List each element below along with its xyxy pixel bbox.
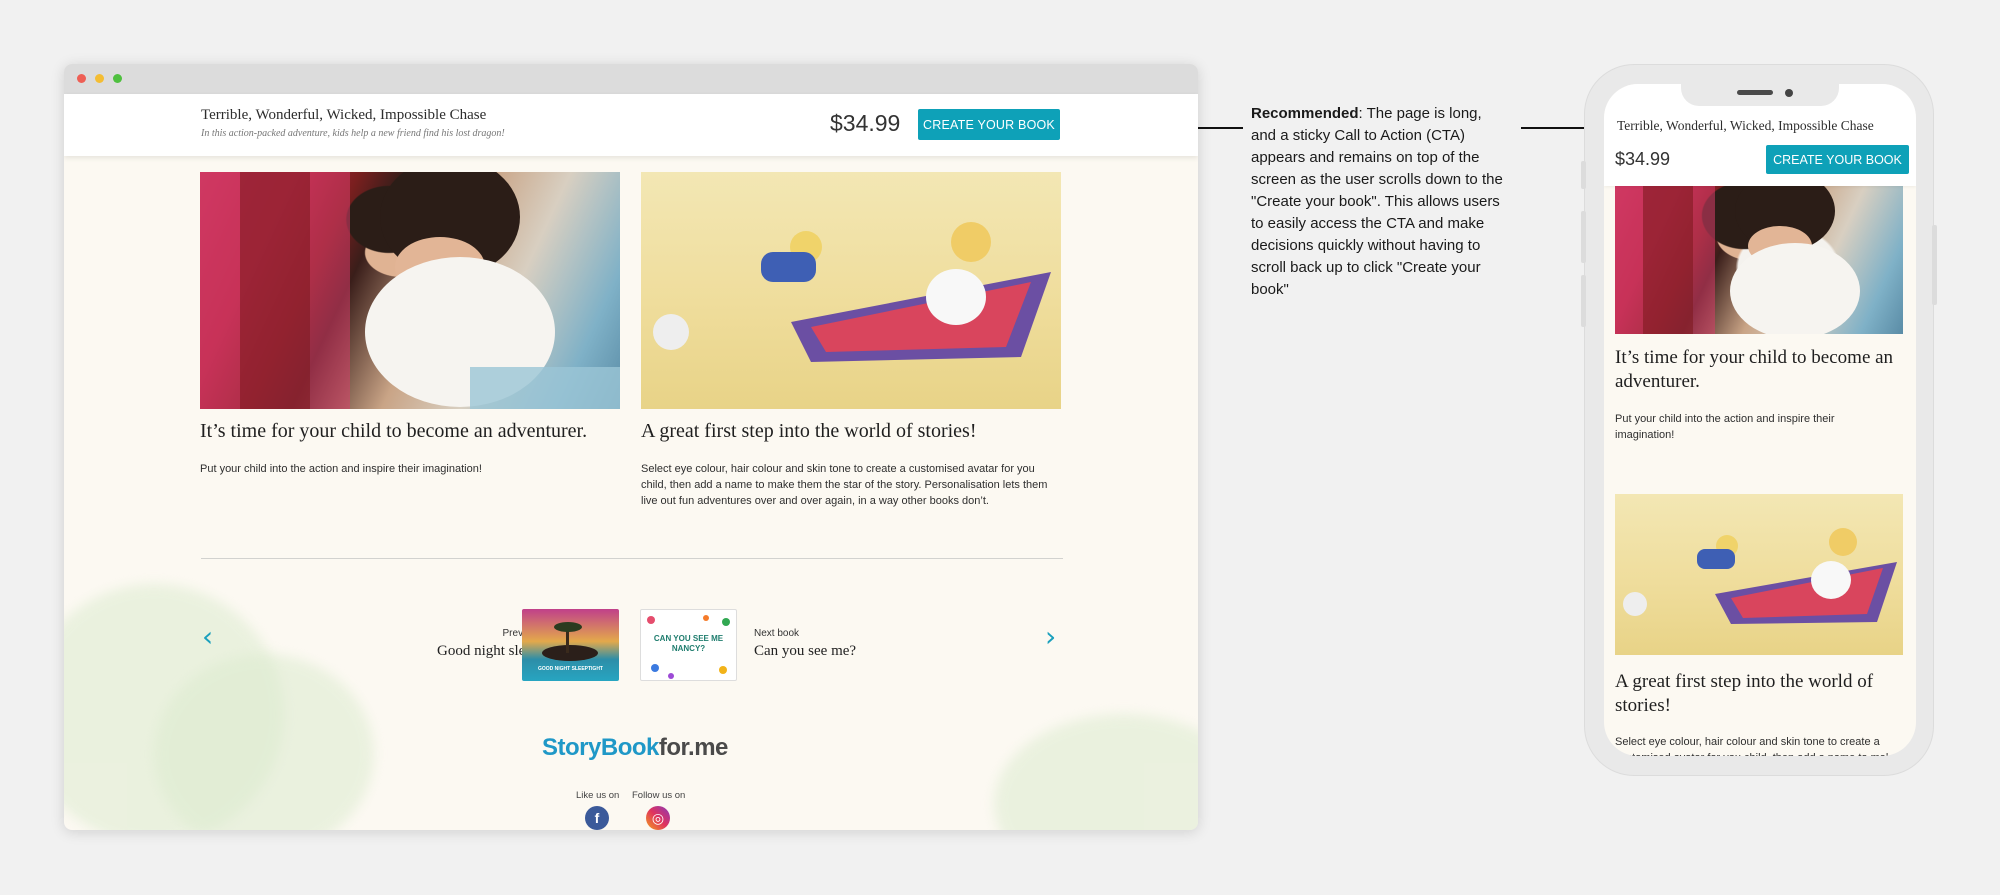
mobile-phone-mock: Terrible, Wonderful, Wicked, Impossible … [1581,64,1937,776]
phone-side-button [1581,275,1586,327]
next-book-title[interactable]: Can you see me? [754,643,856,660]
logo-text-forme: for.me [658,734,729,761]
mobile-feature-body: Select eye colour, hair colour and skin … [1615,736,1898,756]
annotation-note: Recommended: The page is long, and a sti… [1251,103,1507,301]
phone-side-button [1581,161,1586,189]
feature-body: Select eye colour, hair colour and skin … [641,463,1048,507]
mobile-feature-body: Put your child into the action and inspi… [1615,413,1835,441]
like-us-label: Like us on [576,790,620,801]
previous-book-cover-title: GOOD NIGHT SLEEPTIGHT [537,666,603,672]
book-subtitle: In this action-packed adventure, kids he… [201,128,505,139]
flying-carpet-illustration [641,172,1061,409]
mobile-book-title: Terrible, Wonderful, Wicked, Impossible … [1617,118,1874,133]
mobile-illustration-details [1623,528,1897,624]
create-your-book-button[interactable]: CREATE YOUR BOOK [918,109,1060,140]
phone-screen: Terrible, Wonderful, Wicked, Impossible … [1604,84,1916,756]
mobile-flying-carpet-illustration [1615,494,1903,655]
next-book-label: Next book [754,628,800,639]
sticky-cta-header: Terrible, Wonderful, Wicked, Impossible … [64,94,1198,156]
feature-body: Put your child into the action and inspi… [200,463,482,475]
chevron-right-icon[interactable]: › [1045,620,1056,653]
annotation-bold: Recommended [1251,105,1359,122]
mobile-child-reading-photo [1615,186,1903,334]
phone-side-button [1581,211,1586,263]
phone-notch [1681,84,1839,106]
desktop-browser-window: Terrible, Wonderful, Wicked, Impossible … [64,64,1198,830]
chevron-left-icon[interactable]: ‹ [202,620,213,653]
child-reading-photo [200,172,620,409]
feature-heading: A great first step into the world of sto… [641,420,977,442]
minimize-window-dot[interactable] [95,74,104,83]
mobile-feature-heading: It’s time for your child to become an ad… [1615,347,1894,392]
section-divider [201,558,1063,559]
mobile-price: $34.99 [1615,149,1671,169]
camera-icon [1785,89,1793,97]
browser-chrome [64,64,1198,94]
phone-side-button [1932,225,1937,305]
mobile-photo-details [1615,186,1860,334]
close-window-dot[interactable] [77,74,86,83]
logo-text-book: Book [600,734,660,761]
previous-book-thumbnail[interactable]: GOOD NIGHT SLEEPTIGHT [522,609,619,681]
logo-text-story: Story [542,734,601,761]
speaker-icon [1737,90,1773,95]
mobile-feature-heading: A great first step into the world of sto… [1615,671,1874,716]
price: $34.99 [830,110,901,136]
mobile-create-your-book-button[interactable]: CREATE YOUR BOOK [1766,145,1909,174]
instagram-icon[interactable]: ◎ [646,806,670,830]
follow-us-label: Follow us on [632,790,686,801]
next-book-thumbnail[interactable]: CAN YOU SEE ME NANCY? [640,609,737,681]
illustration-details [653,222,1051,362]
annotation-text: : The page is long, and a sticky Call to… [1251,105,1503,298]
photo-details [200,172,620,409]
feature-heading: It’s time for your child to become an ad… [200,420,588,442]
facebook-icon[interactable]: f [585,806,609,830]
storybook-logo[interactable]: StoryBookfor.me [542,734,728,762]
book-title: Terrible, Wonderful, Wicked, Impossible … [201,107,487,123]
background-wash [994,714,1198,830]
next-book-cover-title: CAN YOU SEE ME NANCY? [653,634,724,653]
maximize-window-dot[interactable] [113,74,122,83]
